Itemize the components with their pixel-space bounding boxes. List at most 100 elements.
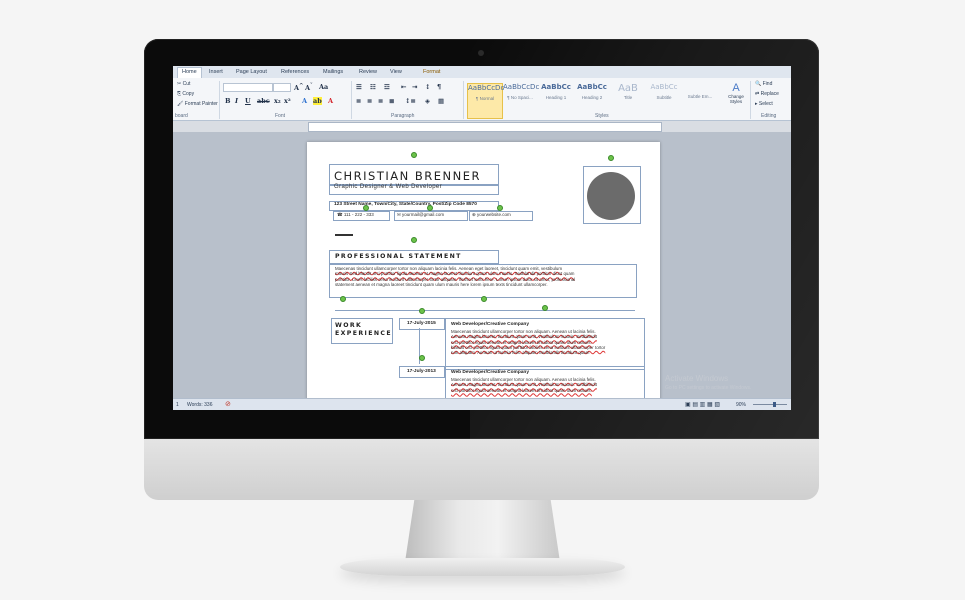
tab-references[interactable]: References (281, 68, 309, 78)
phone-field: ☎ 111 - 222 - 333 (337, 212, 374, 217)
shrink-font-icon[interactable]: Aˇ (305, 83, 313, 92)
rotation-handle[interactable] (419, 355, 425, 361)
tab-page-layout[interactable]: Page Layout (236, 68, 267, 78)
italic-icon[interactable]: I (235, 97, 238, 105)
cut-button[interactable]: ✂ Cut (177, 81, 190, 87)
tab-view[interactable]: View (390, 68, 402, 78)
font-color-icon[interactable]: A (328, 97, 333, 105)
style-heading-2[interactable]: AaBbCc Heading 2 (575, 83, 609, 117)
website-field: ⊕ yourwebsite.com (472, 212, 511, 217)
text-effects-icon[interactable]: A (302, 97, 307, 105)
rotation-handle[interactable] (419, 308, 425, 314)
replace-button[interactable]: ⇄ Replace (755, 91, 779, 97)
style-sample: AaB (618, 83, 638, 94)
find-button[interactable]: 🔍 Find (755, 81, 772, 87)
resize-handle[interactable] (340, 296, 346, 302)
rotation-handle[interactable] (411, 237, 417, 243)
numbering-icon[interactable]: ☷ (370, 83, 376, 91)
monitor-stand (405, 500, 560, 562)
sort-icon[interactable]: ↕ (425, 83, 430, 91)
email-field: ✉ yourmail@gmail.com (397, 212, 445, 217)
font-size-select[interactable] (273, 83, 291, 92)
subscript-icon[interactable]: x₂ (274, 97, 281, 105)
change-case-icon[interactable]: Aa (319, 83, 328, 91)
tab-format[interactable]: Format (423, 68, 440, 78)
copy-button[interactable]: ⎘ Copy (177, 91, 194, 97)
style-name: Title (623, 95, 633, 100)
line-spacing-icon[interactable]: ↕≡ (405, 97, 416, 105)
borders-icon[interactable]: ▦ (438, 97, 444, 105)
section-divider[interactable] (335, 310, 635, 311)
zoom-slider-thumb[interactable] (773, 402, 776, 407)
job-line: orci porttitor ligula aenean et magna la… (451, 387, 592, 393)
document-page[interactable]: CHRISTIAN BRENNER Graphic Designer & Web… (307, 142, 660, 402)
paragraph-group-label: Paragraph (391, 113, 415, 119)
shading-icon[interactable]: ◈ (425, 97, 430, 105)
style-sample: AaBbCcDc (503, 83, 540, 91)
style-name: Heading 1 (545, 95, 567, 100)
style-sample: AaBbCc (577, 83, 607, 91)
justify-icon[interactable]: ≣ (389, 97, 394, 105)
resize-handle[interactable] (542, 305, 548, 311)
format-painter-button[interactable]: 🖌 Format Painter (177, 101, 218, 107)
statement-line: statement aenean et magna laoreet tincid… (335, 281, 548, 287)
multilevel-list-icon[interactable]: ☲ (384, 83, 390, 91)
resize-handle[interactable] (497, 205, 503, 211)
website-value: yourwebsite.com (477, 212, 511, 217)
email-value: yourmail@gmail.com (402, 212, 445, 217)
tab-home[interactable]: Home (177, 67, 202, 78)
tab-review[interactable]: Review (359, 68, 377, 78)
proofing-icon[interactable]: ⊘ (225, 400, 231, 408)
replace-label: Replace (760, 91, 779, 97)
bold-icon[interactable]: B (225, 97, 231, 105)
style-name: Heading 2 (581, 95, 603, 100)
grow-font-icon[interactable]: A^ (294, 83, 304, 92)
resize-handle[interactable] (363, 205, 369, 211)
underline-icon[interactable]: U (245, 97, 251, 105)
superscript-icon[interactable]: x² (284, 97, 291, 105)
format-painter-label: Format Painter (184, 101, 218, 107)
style-subtitle[interactable]: AaBbCc Subtitle (647, 83, 681, 117)
font-name-select[interactable] (223, 83, 273, 92)
align-left-icon[interactable]: ≡ (356, 97, 361, 105)
rotation-handle[interactable] (608, 155, 614, 161)
align-center-icon[interactable]: ≡ (367, 97, 372, 105)
view-buttons[interactable]: ▣ ▤ ▥ ▦ ▧ (685, 401, 720, 408)
resize-handle[interactable] (427, 205, 433, 211)
job-date: 17-July-2013 (407, 369, 436, 374)
horizontal-ruler[interactable] (308, 122, 662, 132)
professional-statement-heading: PROFESSIONAL STATEMENT (335, 253, 462, 260)
align-right-icon[interactable]: ≡ (378, 97, 383, 105)
style-sample: AaBbCc (650, 83, 678, 91)
style-heading-1[interactable]: AaBbCc Heading 1 (539, 83, 573, 117)
decrease-indent-icon[interactable]: ⇤ (401, 83, 406, 91)
styles-group-label: Styles (595, 113, 609, 119)
tab-mailings[interactable]: Mailings (323, 68, 343, 78)
resize-handle[interactable] (481, 296, 487, 302)
find-label: Find (762, 81, 773, 87)
style-normal[interactable]: AaBbCcDc ¶ Normal (467, 83, 504, 119)
increase-indent-icon[interactable]: ⇥ (412, 83, 417, 91)
connector-line[interactable] (335, 234, 353, 239)
word-count[interactable]: Words: 336 (187, 402, 212, 408)
work-heading-line-1: WORK (335, 322, 363, 329)
style-title[interactable]: AaB Title (611, 83, 645, 117)
show-formatting-icon[interactable]: ¶ (437, 83, 441, 91)
change-styles-label: Change Styles (728, 94, 744, 104)
change-styles-button[interactable]: A Change Styles (725, 82, 747, 104)
style-no-spacing[interactable]: AaBbCcDc ¶ No Spaci... (503, 83, 540, 117)
profile-photo[interactable] (587, 172, 635, 220)
bullets-icon[interactable]: ☰ (356, 83, 362, 91)
zoom-slider[interactable] (753, 404, 787, 405)
strikethrough-icon[interactable]: abc (257, 97, 270, 105)
highlight-icon[interactable]: ab (313, 97, 322, 105)
zoom-level[interactable]: 90% (736, 402, 746, 408)
job-title: Web Developer/Creative Company (451, 370, 530, 375)
select-button[interactable]: ▸ Select (755, 101, 773, 107)
select-label: Select (758, 101, 773, 107)
resume-subtitle: Graphic Designer & Web Developer (334, 184, 443, 190)
page-indicator[interactable]: 1 (176, 402, 179, 408)
style-subtle-emphasis[interactable]: Subtle Em... (683, 83, 717, 117)
rotation-handle[interactable] (411, 152, 417, 158)
tab-insert[interactable]: Insert (209, 68, 223, 78)
